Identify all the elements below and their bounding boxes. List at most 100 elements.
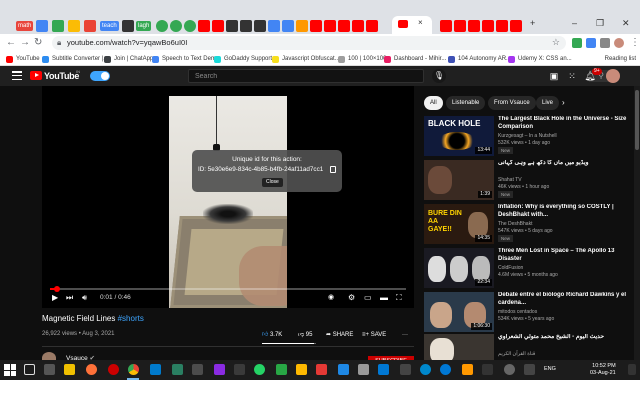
recommendation-thumbnail[interactable] [424, 334, 494, 360]
tab-whatsapp-3[interactable] [184, 20, 196, 32]
extensions-puzzle-icon[interactable] [600, 38, 610, 48]
copy-icon[interactable] [330, 166, 336, 173]
extension-icon-1[interactable] [572, 38, 582, 48]
recommendation-thumbnail[interactable]: 1:06:30 [424, 292, 494, 332]
recommendation-thumbnail[interactable]: 22:34 [424, 248, 494, 288]
forward-icon[interactable]: → [20, 37, 30, 49]
bookmark-autonomy[interactable]: 104 Autonomy AR... [448, 54, 511, 64]
dialog-close-button[interactable]: Close [262, 178, 283, 187]
tab-youtube-j[interactable] [468, 20, 480, 32]
search-input[interactable] [189, 70, 423, 82]
app-icon-3[interactable] [276, 364, 287, 375]
tab-github-3[interactable] [240, 20, 252, 32]
language-indicator[interactable]: ENG [544, 366, 556, 373]
recommendation-item[interactable]: 1:06:30 Debate entre el biólogo Richard … [424, 292, 640, 336]
tab-active[interactable]: × [392, 16, 432, 34]
system-tray-icons[interactable] [524, 364, 535, 375]
chip-from-vsauce[interactable]: From Vsauce [488, 96, 536, 110]
recommendation-thumbnail[interactable]: BURE DIN AA GAYE!! 14:35 [424, 204, 494, 244]
edge-icon[interactable] [440, 364, 451, 375]
tab-google[interactable] [268, 20, 280, 32]
close-tab-icon[interactable]: × [418, 18, 423, 27]
recommendation-thumbnail[interactable]: 1:39 [424, 160, 494, 200]
github-desktop-icon[interactable] [482, 364, 493, 375]
recommendation-channel[interactable]: mitodos centados [498, 309, 537, 315]
bookmark-youtube[interactable]: YouTube [6, 54, 40, 64]
bookmark-dashboard[interactable]: Dashboard - Mihir... [384, 54, 446, 64]
file-explorer-icon[interactable] [64, 364, 75, 375]
pinned-tab-math[interactable]: math [16, 21, 34, 31]
progress-bar[interactable] [50, 286, 406, 292]
app-icon-10[interactable] [462, 364, 473, 375]
recommendation-item[interactable]: BURE DIN AA GAYE!! 14:35 Inflation: Why … [424, 204, 640, 248]
tab-github[interactable] [122, 20, 134, 32]
app-icon-5[interactable] [316, 364, 327, 375]
dark-mode-toggle[interactable] [90, 71, 110, 81]
task-view-icon[interactable] [44, 364, 55, 375]
tab-whatsapp[interactable] [156, 20, 168, 32]
recommendation-channel[interactable]: قناة القرآن الكريم [498, 351, 535, 357]
bookmark-subtitle-converter[interactable]: Subtitle Converter |... [42, 54, 108, 64]
tab-keep[interactable] [68, 20, 80, 32]
like-button[interactable]: 👍︎ 3.7K [262, 328, 282, 342]
youtube-logo-text[interactable]: YouTube [44, 71, 79, 81]
reading-list[interactable]: Reading list [605, 54, 636, 64]
account-avatar[interactable] [606, 69, 620, 83]
tab-youtube-k[interactable] [482, 20, 494, 32]
video-player[interactable]: Unique id for this action: ID: 5e30e6e9-… [42, 86, 414, 308]
recommendation-channel[interactable]: Shahat TV [498, 177, 522, 183]
bookmark-100[interactable]: 100 | 100×100 [338, 54, 386, 64]
recommendation-item[interactable]: BLACK HOLE 13:44 The Largest Black Hole … [424, 116, 640, 160]
tab-youtube-h[interactable] [440, 20, 452, 32]
chip-scroll-right-icon[interactable]: › [562, 96, 565, 110]
opera-icon[interactable] [108, 364, 119, 375]
tab-youtube-m[interactable] [510, 20, 522, 32]
share-button[interactable]: ➦ SHARE [326, 328, 353, 342]
clock[interactable]: 10:52 PM 03-Aug-21 [590, 363, 616, 377]
recommendation-title[interactable]: Inflation: Why is everything so COSTLY |… [498, 204, 638, 219]
more-actions-icon[interactable]: ··· [402, 328, 408, 342]
app-icon-7[interactable] [358, 364, 369, 375]
tab-github-4[interactable] [254, 20, 266, 32]
tab-youtube-d[interactable] [324, 20, 336, 32]
tab-gmail[interactable] [84, 20, 96, 32]
bookmark-godaddy[interactable]: GoDaddy Support [214, 54, 272, 64]
new-tab-button[interactable]: + [530, 18, 535, 28]
terminal-icon[interactable] [172, 364, 183, 375]
app-icon-9[interactable] [400, 364, 411, 375]
tab-github-2[interactable] [226, 20, 238, 32]
apps-grid-icon[interactable]: ⁙ [566, 70, 578, 82]
firefox-icon[interactable] [86, 364, 97, 375]
windows-start-icon[interactable] [4, 364, 16, 376]
vscode-icon[interactable] [150, 364, 161, 375]
youtube-logo-icon[interactable] [30, 71, 42, 80]
tab-youtube-i[interactable] [454, 20, 466, 32]
search-taskbar-icon[interactable] [24, 364, 35, 375]
tab-whatsapp-2[interactable] [170, 20, 182, 32]
profile-avatar[interactable] [614, 38, 624, 48]
tab-google-2[interactable] [282, 20, 294, 32]
app-icon-1[interactable] [192, 364, 203, 375]
close-window-button[interactable]: ✕ [622, 18, 630, 29]
settings-gear-icon[interactable]: ⚙ [348, 292, 355, 304]
app-icon-2[interactable] [234, 364, 245, 375]
hamburger-menu-icon[interactable] [12, 71, 22, 81]
maximize-button[interactable]: ❐ [596, 18, 604, 29]
address-bar[interactable]: 🔒︎ youtube.com/watch?v=yqawBo6uI0I ☆ [52, 36, 566, 50]
address-url[interactable]: youtube.com/watch?v=yqawBo6uI0I [67, 38, 187, 47]
recommendation-thumbnail[interactable]: BLACK HOLE 13:44 [424, 116, 494, 156]
volume-icon[interactable]: 🔊︎ [82, 292, 87, 304]
app-icon-11[interactable] [504, 364, 515, 375]
tab-misc[interactable] [296, 20, 308, 32]
tab-youtube-e[interactable] [338, 20, 350, 32]
recommendation-title[interactable]: ویڈیو میں ماں کا دکھ ہے وہی کہانی [498, 160, 638, 168]
video-hashtag[interactable]: #shorts [118, 314, 144, 323]
mic-icon[interactable]: 🎙︎ [432, 69, 446, 83]
fullscreen-icon[interactable]: ⛶ [396, 292, 402, 304]
recommendation-channel[interactable]: ColdFusion [498, 265, 523, 271]
bookmark-star-icon[interactable]: ☆ [552, 37, 560, 48]
tab-sheets[interactable] [52, 20, 64, 32]
tab-youtube-a[interactable] [198, 20, 210, 32]
tab-youtube-l[interactable] [496, 20, 508, 32]
create-video-icon[interactable]: ▣ [548, 70, 560, 82]
